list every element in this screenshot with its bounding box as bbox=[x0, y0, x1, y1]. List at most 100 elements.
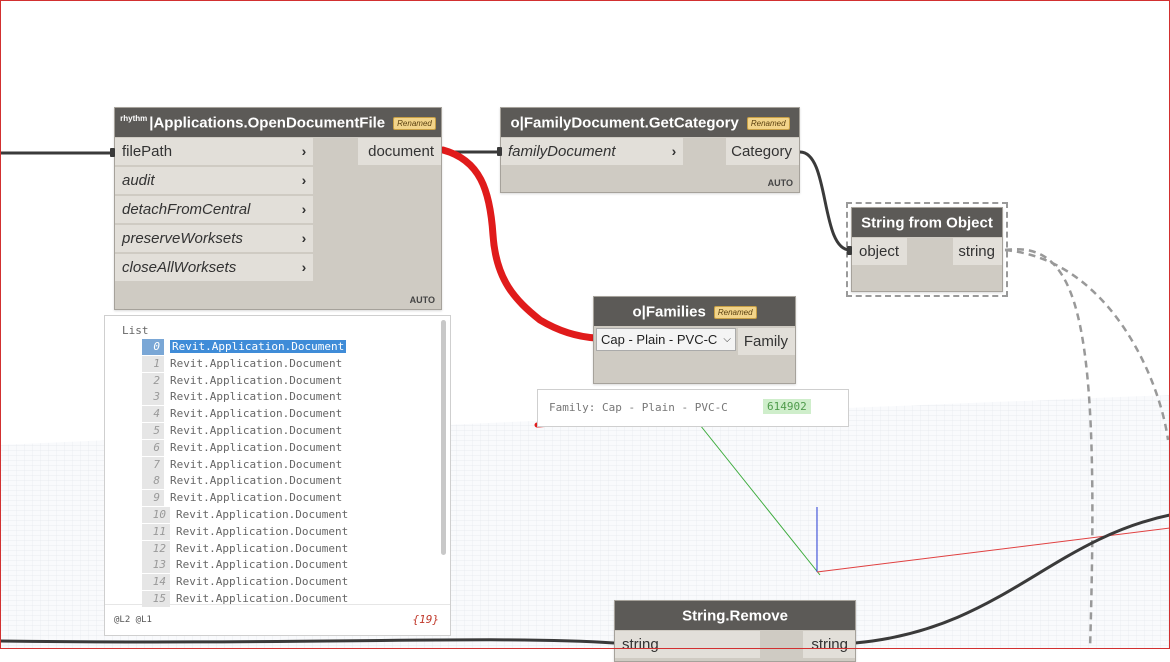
node-get-category[interactable]: o|FamilyDocument.GetCategory Renamed fami… bbox=[500, 107, 800, 193]
chevron-right-icon: › bbox=[301, 259, 307, 275]
list-item[interactable]: 10 Revit.Application.Document bbox=[142, 507, 348, 523]
list-item-value: Revit.Application.Document bbox=[170, 390, 343, 404]
list-item-value: Revit.Application.Document bbox=[170, 407, 343, 421]
list-item-index: 8 bbox=[142, 473, 164, 490]
dropdown-selected-value: Cap - Plain - PVC-C bbox=[601, 332, 718, 347]
chevron-right-icon: › bbox=[301, 143, 307, 159]
list-levels: @L2 @L1 bbox=[114, 615, 152, 625]
input-port-string[interactable]: string bbox=[615, 631, 760, 658]
node-title: String.Remove bbox=[682, 607, 788, 625]
list-item-index: 1 bbox=[142, 355, 164, 372]
output-port-family[interactable]: Family bbox=[738, 328, 795, 355]
renamed-badge: Renamed bbox=[746, 116, 790, 130]
chevron-right-icon: › bbox=[301, 230, 307, 246]
input-port-family-document[interactable]: familyDocument › bbox=[501, 138, 683, 165]
port-label: audit bbox=[122, 172, 155, 189]
list-item[interactable]: 6 Revit.Application.Document bbox=[142, 439, 343, 456]
list-item-value: Revit.Application.Document bbox=[176, 541, 349, 555]
input-port-audit[interactable]: audit › bbox=[115, 167, 313, 194]
list-item[interactable]: 5 Revit.Application.Document bbox=[142, 423, 342, 439]
node-header[interactable]: String from Object bbox=[852, 208, 1002, 237]
list-item[interactable]: 11 Revit.Application.Document bbox=[142, 523, 349, 540]
list-item-value: Revit.Application.Document bbox=[170, 457, 343, 471]
list-item-index: 11 bbox=[142, 523, 170, 540]
input-port-preserve-worksets[interactable]: preserveWorksets › bbox=[115, 225, 313, 252]
input-connector bbox=[110, 148, 115, 157]
port-label: filePath bbox=[122, 143, 173, 160]
input-port-close-all-worksets[interactable]: closeAllWorksets › bbox=[115, 254, 313, 281]
chevron-right-icon: › bbox=[301, 201, 307, 217]
node-header[interactable]: rhythm |Applications.OpenDocumentFile Rena… bbox=[115, 108, 441, 137]
list-footer: @L2 @L1 {19} bbox=[105, 604, 450, 635]
output-port-document[interactable]: document bbox=[358, 138, 441, 165]
list-item-index: 3 bbox=[142, 389, 164, 406]
list-item[interactable]: 8 Revit.Application.Document bbox=[142, 473, 342, 490]
list-item-index: 14 bbox=[142, 574, 170, 591]
families-preview-bubble: Family: Cap - Plain - PVC-C 614902 bbox=[537, 389, 849, 427]
list-item-index: 0 bbox=[142, 339, 164, 355]
list-item-value: Revit.Application.Document bbox=[170, 356, 343, 370]
list-item-index: 13 bbox=[142, 557, 170, 574]
lacing-indicator: AUTO bbox=[767, 178, 793, 188]
element-id-chip[interactable]: 614902 bbox=[763, 399, 811, 414]
list-item-index: 7 bbox=[142, 456, 164, 473]
list-item-index: 4 bbox=[142, 406, 164, 423]
list-item-index: 6 bbox=[142, 439, 164, 456]
port-label: detachFromCentral bbox=[122, 201, 251, 218]
family-dropdown[interactable]: Cap - Plain - PVC-C ⌵ bbox=[596, 328, 736, 351]
document-preview-list[interactable]: List 0 Revit.Application.Document 1 Revit.A… bbox=[104, 315, 451, 636]
scrollbar[interactable] bbox=[441, 320, 446, 555]
list-item-value: Revit.Application.Document bbox=[170, 491, 343, 505]
list-item[interactable]: 13 Revit.Application.Document bbox=[142, 557, 349, 574]
renamed-badge: Renamed bbox=[393, 116, 436, 130]
lacing-indicator: AUTO bbox=[409, 295, 435, 305]
list-item[interactable]: 14 Revit.Application.Document bbox=[142, 574, 349, 591]
package-prefix: rhythm bbox=[120, 114, 148, 123]
list-item-value: Revit.Application.Document bbox=[176, 575, 349, 589]
preview-text: Family: Cap - Plain - PVC-C bbox=[549, 401, 728, 414]
port-label: preserveWorksets bbox=[122, 230, 243, 247]
list-item-value: Revit.Application.Document bbox=[170, 440, 343, 454]
node-string-remove[interactable]: String.Remove string string bbox=[614, 600, 856, 662]
list-item-value: Revit.Application.Document bbox=[170, 340, 347, 353]
list-item-value: Revit.Application.Document bbox=[176, 508, 349, 521]
list-item[interactable]: 3 Revit.Application.Document bbox=[142, 389, 343, 406]
list-item[interactable]: 7 Revit.Application.Document bbox=[142, 456, 343, 473]
list-item-index: 12 bbox=[142, 540, 170, 557]
node-title: |Applications.OpenDocumentFile bbox=[149, 114, 386, 132]
list-item-index: 9 bbox=[142, 490, 164, 507]
list-item-value: Revit.Application.Document bbox=[170, 424, 343, 437]
port-label: familyDocument bbox=[508, 143, 616, 160]
output-port-category[interactable]: Category bbox=[726, 138, 799, 165]
node-open-document-file[interactable]: rhythm |Applications.OpenDocumentFile Rena… bbox=[114, 107, 442, 310]
list-item[interactable]: 12 Revit.Application.Document bbox=[142, 540, 349, 557]
list-item-index: 5 bbox=[142, 423, 164, 439]
list-item-index: 2 bbox=[142, 372, 164, 389]
chevron-right-icon: › bbox=[671, 143, 677, 159]
port-label: closeAllWorksets bbox=[122, 259, 237, 276]
output-port-string[interactable]: string bbox=[803, 631, 855, 658]
list-item-value: Revit.Application.Document bbox=[176, 558, 349, 572]
list-item[interactable]: 4 Revit.Application.Document bbox=[142, 406, 343, 423]
node-title: o|Families bbox=[632, 303, 706, 321]
list-item-index: 10 bbox=[142, 507, 170, 523]
list-item-value: Revit.Application.Document bbox=[170, 373, 343, 387]
list-item[interactable]: 2 Revit.Application.Document bbox=[142, 372, 343, 389]
node-header[interactable]: o|Families Renamed bbox=[594, 297, 795, 326]
list-item[interactable]: 0 Revit.Application.Document bbox=[142, 339, 347, 355]
list-item[interactable]: 1 Revit.Application.Document bbox=[142, 355, 343, 372]
chevron-down-icon: ⌵ bbox=[723, 334, 731, 345]
node-header[interactable]: o|FamilyDocument.GetCategory Renamed bbox=[501, 108, 799, 137]
input-port-filepath[interactable]: filePath › bbox=[115, 138, 313, 165]
chevron-right-icon: › bbox=[301, 172, 307, 188]
node-header[interactable]: String.Remove bbox=[615, 601, 855, 630]
list-count: {19} bbox=[412, 613, 440, 626]
list-item-value: Revit.Application.Document bbox=[176, 524, 349, 538]
input-port-detach-from-central[interactable]: detachFromCentral › bbox=[115, 196, 313, 223]
input-port-object[interactable]: object bbox=[852, 238, 907, 265]
node-title: o|FamilyDocument.GetCategory bbox=[510, 114, 739, 132]
output-port-string[interactable]: string bbox=[953, 238, 1002, 265]
node-string-from-object[interactable]: String from Object object string bbox=[846, 202, 1008, 297]
list-item[interactable]: 9 Revit.Application.Document bbox=[142, 490, 343, 507]
renamed-badge: Renamed bbox=[713, 305, 757, 319]
